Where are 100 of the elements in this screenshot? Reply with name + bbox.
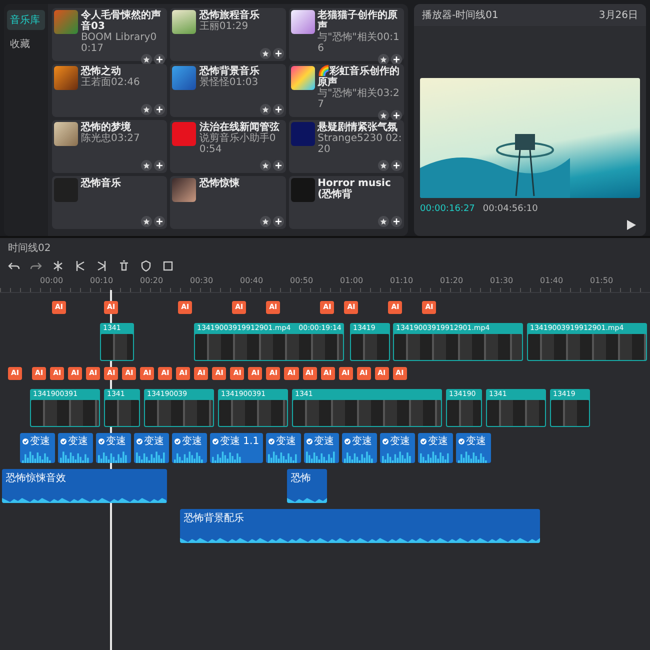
add-button[interactable]: [272, 160, 284, 171]
add-button[interactable]: [272, 104, 284, 115]
add-button[interactable]: [154, 104, 166, 115]
add-button[interactable]: [154, 216, 166, 227]
favorite-button[interactable]: [378, 54, 389, 65]
waveform-drawing: [456, 449, 490, 463]
favorite-button[interactable]: [260, 216, 271, 227]
audio-clip[interactable]: 变速: [380, 433, 416, 463]
favorite-button[interactable]: [260, 48, 271, 59]
favorite-button[interactable]: [141, 54, 152, 65]
music-card[interactable]: Horror music (恐怖背: [288, 176, 404, 229]
crop-icon: [162, 260, 174, 272]
favorite-button[interactable]: [378, 110, 389, 121]
add-button[interactable]: [391, 160, 402, 171]
clip-label: 变速: [144, 434, 164, 448]
date-label: 3月26日: [598, 9, 638, 22]
music-card[interactable]: 🌈彩虹音乐创作的原声 与"恐怖"相关03:27: [288, 64, 404, 117]
ruler-label: 00:50: [290, 276, 314, 287]
add-button[interactable]: [272, 48, 284, 59]
delete-button[interactable]: [118, 260, 130, 272]
track-title: 恐怖音乐: [81, 178, 122, 189]
ruler-label: 01:40: [540, 276, 564, 287]
speed-icon: [458, 438, 466, 444]
trim-left-button[interactable]: [74, 260, 86, 272]
track-title: 恐怖背景音乐: [199, 66, 260, 77]
trim-left-icon: [74, 260, 86, 272]
trim-right-button[interactable]: [96, 260, 108, 272]
album-art: [172, 178, 196, 202]
clip-label: 变速: [314, 434, 334, 448]
shield-button[interactable]: [140, 260, 152, 272]
clip-label: 变速: [466, 434, 486, 448]
ruler-label: 00:10: [90, 276, 114, 287]
audio-clip[interactable]: 变速: [172, 433, 207, 463]
clip-label: 变速: [390, 434, 410, 448]
add-button[interactable]: [154, 54, 166, 65]
redo-button[interactable]: [30, 260, 42, 272]
audio-clip[interactable]: 变速: [456, 433, 492, 463]
add-button[interactable]: [391, 54, 402, 65]
favorite-button[interactable]: [141, 104, 152, 115]
audio-clip[interactable]: 恐怖惊悚音效: [2, 469, 167, 503]
waveform-drawing: [210, 449, 243, 463]
clip-label: 变速: [68, 434, 88, 448]
split-button[interactable]: [52, 260, 64, 272]
music-card[interactable]: 令人毛骨悚然的声音03 BOOM Library00:17: [52, 8, 168, 61]
music-card[interactable]: 恐怖之动 王若面02:46: [52, 64, 168, 117]
music-card[interactable]: 悬疑剧情紧张气氛 Strange5230 02:20: [288, 120, 404, 173]
music-card[interactable]: 法治在线新闻管弦 说剪音乐小助手00:54: [170, 120, 286, 173]
star-icon: [262, 106, 269, 113]
track-title: 悬疑剧情紧张气氛: [318, 122, 399, 133]
track-meta: Strange5230 02:20: [318, 133, 402, 155]
undo-button[interactable]: [8, 260, 20, 272]
play-button[interactable]: [627, 220, 636, 230]
thumbnail-strip: [31, 400, 99, 426]
add-button[interactable]: [154, 160, 166, 171]
plus-icon: [274, 162, 282, 169]
favorite-button[interactable]: [141, 216, 152, 227]
add-button[interactable]: [391, 110, 402, 121]
audio-clip[interactable]: 变速: [304, 433, 340, 463]
favorite-button[interactable]: [260, 160, 271, 171]
sidebar-item[interactable]: 音乐库: [7, 10, 45, 30]
speed-icon: [174, 438, 181, 444]
thumbnail-strip: [551, 400, 589, 426]
plus-icon: [274, 218, 282, 225]
audio-clip[interactable]: 变速 1.1: [210, 433, 264, 463]
music-card[interactable]: 恐怖背景音乐 景怪怪01:03: [170, 64, 286, 117]
audio-clip[interactable]: 变速: [20, 433, 55, 463]
add-button[interactable]: [391, 216, 402, 227]
audio-clip[interactable]: 变速: [418, 433, 454, 463]
favorite-button[interactable]: [260, 104, 271, 115]
music-card[interactable]: 恐怖音乐: [52, 176, 168, 229]
music-card[interactable]: 恐怖惊悚: [170, 176, 286, 229]
waveform-drawing: [172, 449, 205, 463]
album-art: [290, 178, 315, 202]
music-card[interactable]: 恐怖的梦境 陈光忠03:27: [52, 120, 168, 173]
audio-clip[interactable]: 恐怖: [287, 469, 327, 503]
audio-clip[interactable]: 变速: [266, 433, 302, 463]
star-icon: [380, 218, 387, 225]
favorite-button[interactable]: [378, 160, 389, 171]
music-card[interactable]: 恐怖旅程音乐 王丽01:29: [170, 8, 286, 61]
favorite-button[interactable]: [378, 216, 389, 227]
favorite-button[interactable]: [141, 160, 152, 171]
track-meta: 与"恐怖"相关00:16: [318, 32, 400, 54]
add-button[interactable]: [272, 216, 284, 227]
track-title: 恐怖的梦境: [81, 122, 132, 133]
total-time: 00:04:56:10: [482, 204, 538, 214]
track-title: 恐怖惊悚: [199, 178, 240, 189]
audio-clip[interactable]: 变速: [58, 433, 93, 463]
audio-clip[interactable]: 变速: [342, 433, 378, 463]
music-card[interactable]: 老猫猫子创作的原声 与"恐怖"相关00:16: [288, 8, 404, 61]
star-icon: [143, 106, 150, 113]
star-icon: [143, 218, 150, 225]
crop-button[interactable]: [162, 260, 174, 272]
audio-clip[interactable]: 恐怖背景配乐: [180, 509, 540, 543]
audio-clip[interactable]: 变速: [96, 433, 131, 463]
clip-label: 恐怖背景配乐: [183, 512, 245, 526]
star-icon: [143, 56, 150, 63]
track-title: 老猫猫子创作的原声: [318, 10, 399, 32]
album-art: [54, 10, 78, 34]
sidebar-item[interactable]: 收藏: [7, 34, 45, 54]
audio-clip[interactable]: 变速: [134, 433, 169, 463]
